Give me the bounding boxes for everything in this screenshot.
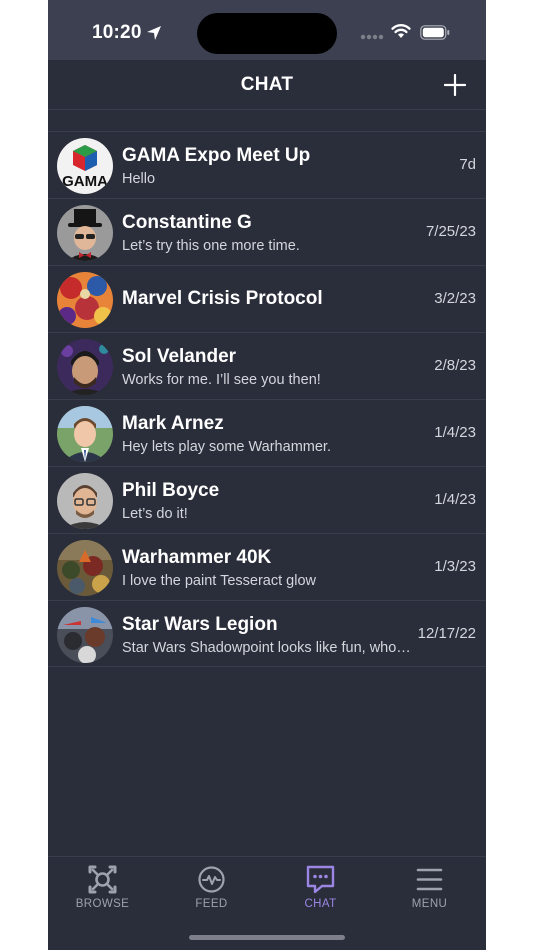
star-wars-battle-avatar	[57, 607, 113, 663]
man-glasses-avatar	[57, 473, 113, 529]
chat-message: Let’s try this one more time.	[122, 238, 300, 254]
chat-date: 1/3/23	[434, 558, 476, 575]
browse-icon	[88, 865, 117, 894]
chat-name: Marvel Crisis Protocol	[122, 288, 323, 309]
tab-label: BROWSE	[75, 898, 130, 910]
chat-name: Star Wars Legion	[122, 614, 278, 635]
chat-message: Let’s do it!	[122, 506, 188, 522]
tab-chat[interactable]: CHAT	[266, 857, 375, 917]
hamburger-menu-icon	[416, 868, 443, 891]
chat-date: 12/17/22	[417, 625, 476, 642]
chat-row[interactable]: Warhammer 40K I love the paint Tesseract…	[48, 533, 486, 600]
chat-date: 2/8/23	[434, 357, 476, 374]
tab-label: FEED	[195, 898, 228, 910]
home-indicator[interactable]	[189, 935, 345, 940]
tab-menu[interactable]: MENU	[375, 857, 484, 917]
signal-dots-icon	[360, 34, 384, 40]
page-title: CHAT	[240, 74, 294, 95]
status-time: 10:20	[92, 22, 142, 43]
chat-date: 1/4/23	[434, 491, 476, 508]
phone-screen: 10:20 CHAT GAMA GAMA Expo Meet Up Hello …	[48, 0, 486, 950]
top-hat-man-avatar	[57, 205, 113, 261]
chat-name: Constantine G	[122, 212, 252, 233]
chat-date: 7/25/23	[425, 223, 476, 240]
chat-name: Phil Boyce	[122, 480, 220, 501]
man-portrait-avatar	[57, 339, 113, 395]
warhammer-battle-avatar	[57, 540, 113, 596]
chat-name: Mark Arnez	[122, 413, 224, 434]
man-suit-avatar	[57, 406, 113, 462]
chat-row[interactable]: Sol Velander Works for me. I’ll see you …	[48, 332, 486, 399]
chat-date: 1/4/23	[434, 424, 476, 441]
chat-row[interactable]: Mark Arnez Hey lets play some Warhammer.…	[48, 399, 486, 466]
chat-row[interactable]: Phil Boyce Let’s do it! 1/4/23	[48, 466, 486, 533]
dynamic-island	[197, 13, 337, 54]
chat-message: Works for me. I’ll see you then!	[122, 372, 321, 388]
chat-name: Warhammer 40K	[122, 547, 272, 568]
add-chat-button[interactable]	[444, 74, 466, 96]
tab-feed[interactable]: FEED	[157, 857, 266, 917]
tab-label: MENU	[411, 898, 448, 910]
header: CHAT	[48, 60, 486, 110]
tab-label: CHAT	[304, 898, 337, 910]
svg-text:GAMA: GAMA	[62, 173, 108, 190]
location-arrow-icon	[147, 26, 161, 40]
chat-message: Star Wars Shadowpoint looks like fun, wh…	[122, 640, 412, 656]
chat-row[interactable]: Marvel Crisis Protocol 3/2/23	[48, 265, 486, 332]
chat-message: I love the paint Tesseract glow	[122, 573, 316, 589]
chat-name: Sol Velander	[122, 346, 237, 367]
feed-pulse-icon	[198, 866, 225, 893]
chat-bubble-icon	[306, 865, 335, 894]
chat-message: Hey lets play some Warhammer.	[122, 439, 331, 455]
chat-row[interactable]: Constantine G Let’s try this one more ti…	[48, 198, 486, 265]
chat-row[interactable]: Star Wars Legion Star Wars Shadowpoint l…	[48, 600, 486, 667]
chat-date: 3/2/23	[434, 290, 476, 307]
chat-list: GAMA GAMA Expo Meet Up Hello 7d Constant…	[48, 131, 486, 667]
battery-icon	[420, 25, 450, 40]
chat-message: Hello	[122, 171, 156, 187]
chat-row[interactable]: GAMA GAMA Expo Meet Up Hello 7d	[48, 131, 486, 198]
gama-logo-avatar: GAMA	[57, 138, 113, 194]
chat-name: GAMA Expo Meet Up	[122, 145, 311, 166]
wifi-icon	[391, 24, 411, 38]
marvel-heroes-avatar	[57, 272, 113, 328]
status-bar: 10:20	[48, 0, 486, 60]
tab-browse[interactable]: BROWSE	[48, 857, 157, 917]
chat-date: 7d	[459, 156, 476, 173]
